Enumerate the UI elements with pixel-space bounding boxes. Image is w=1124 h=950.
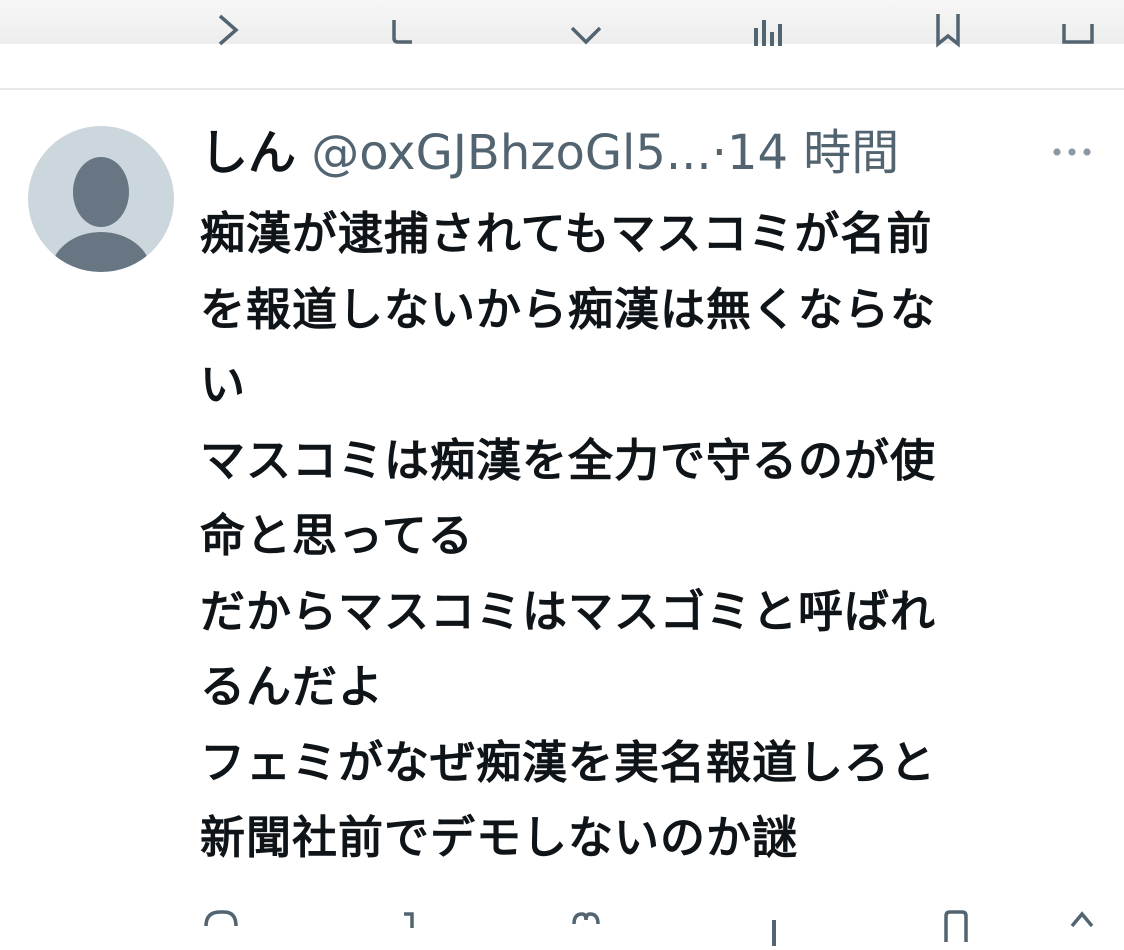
tweet-text-line: だからマスコミはマスゴミと呼ばれ: [200, 584, 937, 638]
user-handle[interactable]: @oxGJBhzoGl5...: [311, 125, 711, 181]
reply-icon[interactable]: [208, 10, 248, 50]
reply-icon[interactable]: [200, 906, 240, 946]
default-profile-icon[interactable]: [28, 126, 174, 272]
heart-icon[interactable]: [566, 906, 606, 946]
display-name[interactable]: しん: [200, 125, 296, 181]
share-icon[interactable]: [1062, 906, 1102, 946]
previous-tweet-action-bar: [0, 0, 1124, 90]
tweet[interactable]: しん @oxGJBhzoGl5...·14 時間 痴漢が逮捕されてもマスコミが名…: [0, 90, 1124, 928]
tweet-text-line: マスコミは痴漢を全力で守るのが使: [200, 433, 937, 487]
retweet-icon[interactable]: [386, 10, 426, 50]
previous-tweet-actions: [0, 10, 1124, 56]
tweet-action-bar: [0, 906, 1124, 946]
tweet-text: 痴漢が逮捕されてもマスコミが名前 を報道しないから痴漢は無くならな い マスコミ…: [200, 196, 1100, 876]
tweet-text-line: フェミがなぜ痴漢を実名報道しろと: [200, 735, 937, 789]
tweet-text-line: を報道しないから痴漢は無くならな: [200, 282, 937, 336]
share-icon[interactable]: [1058, 10, 1098, 50]
tweet-text-line: い: [200, 358, 247, 411]
tweet-text-line: 痴漢が逮捕されてもマスコミが名前: [200, 207, 933, 260]
bookmark-icon[interactable]: [928, 10, 968, 50]
tweet-text-line: 命と思ってる: [200, 509, 474, 562]
tweet-text-line: るんだよ: [200, 660, 385, 713]
timestamp[interactable]: 14 時間: [727, 125, 899, 181]
heart-icon[interactable]: [566, 10, 606, 50]
retweet-icon[interactable]: [382, 906, 422, 946]
views-icon[interactable]: [748, 10, 788, 50]
tweet-header: しん @oxGJBhzoGl5...·14 時間: [200, 124, 899, 182]
tweet-text-line: 新聞社前でデモしないのか謎: [200, 811, 799, 864]
separator-dot: ·: [711, 125, 727, 181]
bookmark-icon[interactable]: [936, 906, 976, 946]
views-icon[interactable]: [754, 906, 794, 946]
more-horizontal-icon[interactable]: [1050, 140, 1094, 164]
